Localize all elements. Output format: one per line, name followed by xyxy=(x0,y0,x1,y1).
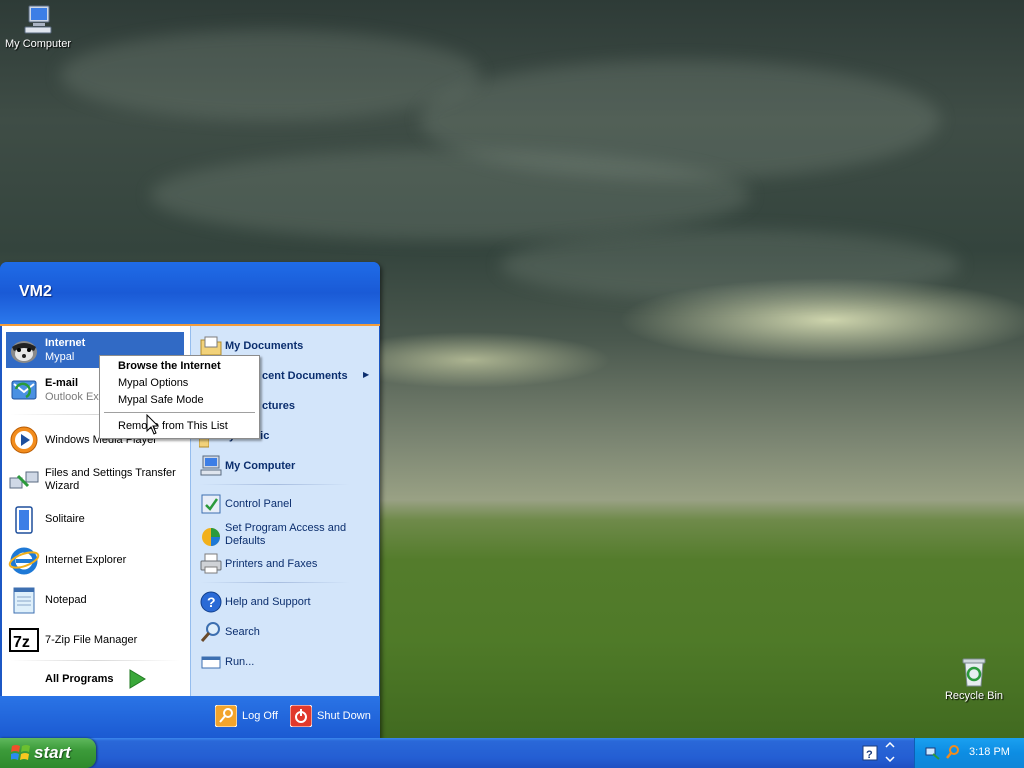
pinned-item-subtitle: Outlook Exp xyxy=(45,391,105,403)
desktop-icon-my-computer[interactable]: My Computer xyxy=(0,4,78,50)
log-off-button[interactable]: Log Off xyxy=(214,704,285,730)
my-computer-icon xyxy=(199,454,223,478)
search-item[interactable]: Search xyxy=(196,618,376,646)
start-menu-footer: Log Off Shut Down xyxy=(0,696,380,738)
set-program-access-item[interactable]: Set Program Access and Defaults xyxy=(196,520,376,552)
set-program-access-label-line2: Defaults xyxy=(225,535,266,547)
start-label: start xyxy=(34,743,71,762)
program-item-7zip[interactable]: 7z 7-Zip File Manager xyxy=(6,622,184,658)
program-item-label: Notepad xyxy=(45,594,87,606)
run-icon xyxy=(199,650,223,674)
my-computer-icon xyxy=(21,4,55,36)
program-item-label: Files and Settings Transfer xyxy=(45,467,176,479)
program-item-label-line2: Wizard xyxy=(45,480,80,492)
start-menu-header: VM2 xyxy=(0,262,380,326)
pinned-item-subtitle: Mypal xyxy=(45,351,75,363)
notepad-icon xyxy=(8,585,40,615)
shut-down-button[interactable]: Shut Down xyxy=(289,704,375,730)
log-off-label: Log Off xyxy=(242,710,278,722)
green-arrow-icon xyxy=(127,668,147,693)
svg-text:?: ? xyxy=(207,594,216,610)
search-icon xyxy=(199,620,223,644)
help-icon: ? xyxy=(199,590,223,614)
power-icon xyxy=(289,704,313,730)
pinned-item-title: Internet xyxy=(45,337,86,349)
printers-faxes-label: Printers and Faxes xyxy=(225,558,318,570)
printers-faxes-item[interactable]: Printers and Faxes xyxy=(196,550,376,578)
clock: 3:18 PM xyxy=(969,746,1010,758)
start-button[interactable]: start xyxy=(0,738,96,768)
email-icon xyxy=(8,375,40,405)
my-recent-documents-label: cent Documents xyxy=(262,370,348,382)
program-item-solitaire[interactable]: Solitaire xyxy=(6,502,184,538)
shut-down-label: Shut Down xyxy=(317,710,371,722)
system-tray: 3:18 PM xyxy=(914,738,1024,768)
svg-text:7z: 7z xyxy=(13,634,30,651)
control-panel-label: Control Panel xyxy=(225,498,292,510)
language-bar-icon[interactable] xyxy=(884,741,896,765)
network-icon[interactable] xyxy=(925,744,941,763)
set-program-access-label: Set Program Access and xyxy=(225,522,347,534)
my-computer-item[interactable]: My Computer xyxy=(196,452,376,480)
my-computer-label: My Computer xyxy=(225,460,296,472)
program-item-label: Internet Explorer xyxy=(45,554,127,566)
program-item-files-settings-transfer[interactable]: Files and Settings Transfer Wizard xyxy=(6,463,184,499)
my-documents-label: My Documents xyxy=(225,340,304,352)
mouse-cursor-icon xyxy=(146,413,160,439)
transfer-wizard-icon xyxy=(8,466,40,496)
internet-explorer-icon xyxy=(8,545,40,575)
program-access-icon xyxy=(199,525,223,549)
submenu-arrow-icon: ▶ xyxy=(363,370,370,379)
program-item-internet-explorer[interactable]: Internet Explorer xyxy=(6,542,184,578)
context-separator xyxy=(104,412,255,413)
recycle-bin-icon xyxy=(957,656,991,688)
desktop-icon-label: Recycle Bin xyxy=(944,690,1004,702)
desktop-icon-label: My Computer xyxy=(4,38,72,50)
desktop-icon-recycle-bin[interactable]: Recycle Bin xyxy=(934,656,1014,702)
help-support-item[interactable]: ? Help and Support xyxy=(196,588,376,616)
search-label: Search xyxy=(225,626,260,638)
context-menu: Browse the Internet Mypal Options Mypal … xyxy=(99,355,260,439)
control-panel-item[interactable]: Control Panel xyxy=(196,490,376,518)
all-programs-button[interactable]: All Programs xyxy=(45,668,155,692)
help-support-label: Help and Support xyxy=(225,596,311,608)
context-item-browse[interactable]: Browse the Internet xyxy=(118,360,221,372)
run-item[interactable]: Run... xyxy=(196,648,376,676)
media-player-icon xyxy=(8,425,40,455)
7zip-icon: 7z xyxy=(8,625,40,655)
context-item-remove[interactable]: Remove from This List xyxy=(118,420,228,432)
help-tray-icon[interactable]: ? xyxy=(862,745,878,764)
search-tray-icon[interactable] xyxy=(945,744,961,763)
my-pictures-label: ctures xyxy=(262,400,296,412)
context-item-safe-mode[interactable]: Mypal Safe Mode xyxy=(118,394,204,406)
start-menu: VM2 Internet Mypal E-mail Outlook Exp Wi… xyxy=(0,262,380,738)
key-icon xyxy=(214,704,238,730)
printer-icon xyxy=(199,552,223,576)
all-programs-label: All Programs xyxy=(45,673,114,685)
taskbar: start ? 3:18 PM xyxy=(0,738,1024,768)
context-item-options[interactable]: Mypal Options xyxy=(118,377,188,389)
run-label: Run... xyxy=(225,656,255,668)
control-panel-icon xyxy=(199,492,223,516)
program-item-label: Solitaire xyxy=(45,513,85,525)
windows-logo-icon xyxy=(10,744,31,765)
user-name: VM2 xyxy=(19,283,52,300)
svg-text:?: ? xyxy=(866,749,873,761)
solitaire-icon xyxy=(8,505,40,535)
mypal-browser-icon xyxy=(8,335,40,365)
program-item-notepad[interactable]: Notepad xyxy=(6,582,184,618)
pinned-item-title: E-mail xyxy=(45,377,79,389)
program-item-label: 7-Zip File Manager xyxy=(45,634,138,646)
